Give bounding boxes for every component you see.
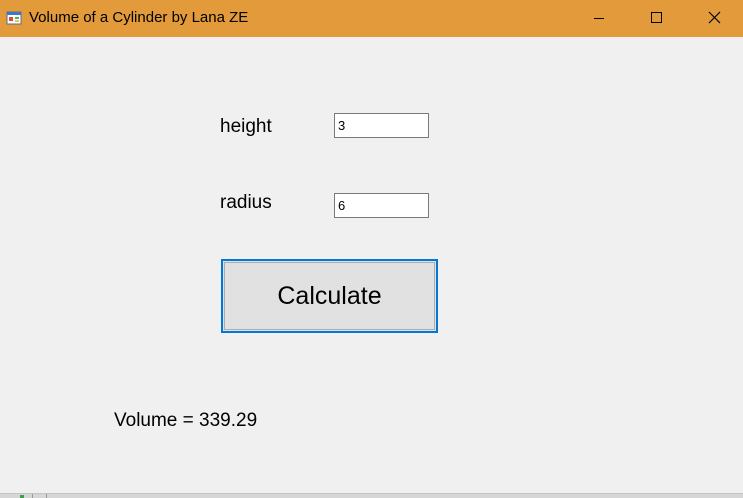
minimize-icon [594,18,604,19]
maximize-icon [651,12,662,23]
volume-result: Volume = 339.29 [114,410,258,431]
close-button[interactable] [685,0,743,37]
window-title: Volume of a Cylinder by Lana ZE [29,9,249,26]
app-window: Volume of a Cylinder by Lana ZE height r… [0,0,743,498]
title-bar[interactable]: Volume of a Cylinder by Lana ZE [0,0,743,37]
height-label: height [220,116,272,137]
height-input[interactable] [334,113,429,138]
calculate-button[interactable]: Calculate [221,259,438,333]
close-icon [708,11,721,24]
app-icon[interactable] [6,10,22,26]
taskbar-divider [46,494,47,498]
radius-label: radius [220,192,272,213]
radius-input[interactable] [334,193,429,218]
calculate-button-label: Calculate [224,262,435,330]
minimize-button[interactable] [570,0,628,37]
taskbar-edge [0,493,743,498]
taskbar-divider [32,494,33,498]
maximize-button[interactable] [628,0,686,37]
